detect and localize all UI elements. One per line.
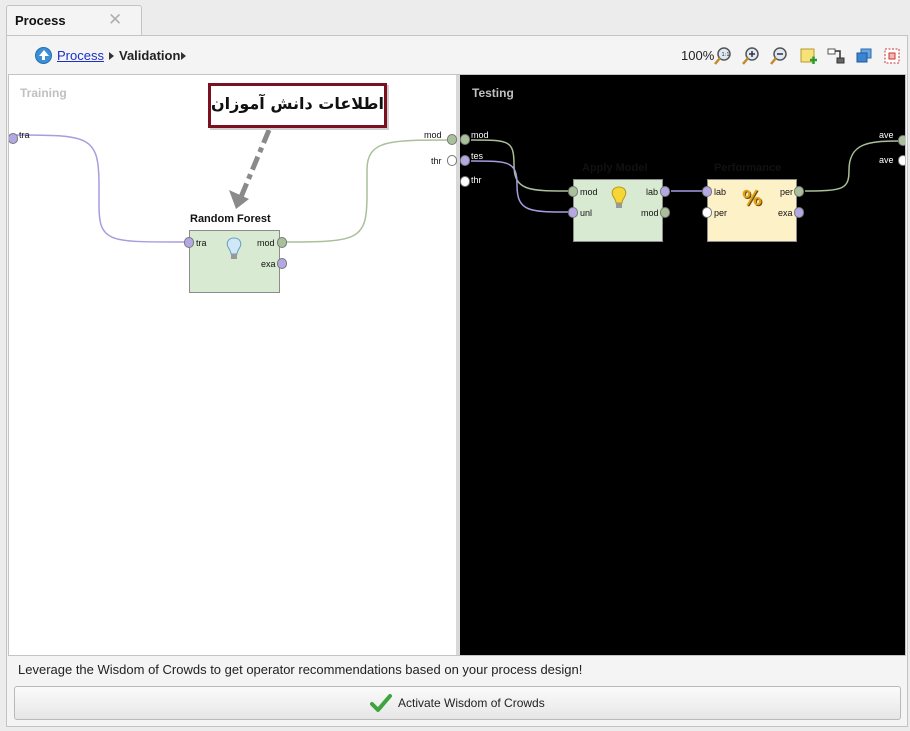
breadcrumb-validation: Validation xyxy=(119,48,181,63)
performance-input-port[interactable] xyxy=(702,186,712,197)
activate-wisdom-of-crowds-button[interactable]: Activate Wisdom of Crowds xyxy=(14,686,901,720)
random-forest-title: Random Forest xyxy=(190,213,271,225)
apply-model-title: Apply Model xyxy=(582,162,648,174)
apply-model-operator[interactable]: mod unl lab mod xyxy=(573,179,663,242)
training-input-port[interactable] xyxy=(9,133,18,144)
testing-port-label: ave xyxy=(879,130,894,140)
training-output-port[interactable] xyxy=(447,134,457,145)
performance-output-port[interactable] xyxy=(794,207,804,218)
operator-port-label: per xyxy=(714,208,728,218)
apply-model-output-port[interactable] xyxy=(660,186,670,197)
close-icon[interactable]: ✕ xyxy=(108,10,122,30)
chevron-right-icon[interactable] xyxy=(181,52,186,60)
performance-title: Performance xyxy=(714,162,782,174)
performance-output-port[interactable] xyxy=(794,186,804,197)
process-tab-title: Process xyxy=(15,13,66,28)
testing-output-port[interactable] xyxy=(898,155,905,166)
apply-model-input-port[interactable] xyxy=(568,186,578,197)
testing-port-label: tes xyxy=(471,151,484,161)
auto-wire-icon[interactable] xyxy=(826,46,846,66)
performance-operator[interactable]: lab per per exa % xyxy=(707,179,797,242)
testing-port-label: mod xyxy=(471,130,489,140)
performance-input-port[interactable] xyxy=(702,207,712,218)
process-toolbar: Process Validation 100% 1:1 xyxy=(8,42,906,72)
training-port-label: tra xyxy=(19,130,30,140)
annotation-note[interactable]: اطلاعات دانش آموزان xyxy=(208,83,387,128)
operator-port-label: unl xyxy=(580,208,593,218)
svg-text:1:1: 1:1 xyxy=(722,52,730,58)
activate-wisdom-of-crowds-label: Activate Wisdom of Crowds xyxy=(398,696,545,710)
operator-port-label: mod xyxy=(580,187,598,197)
testing-input-port[interactable] xyxy=(460,176,470,187)
zoom-reset-icon[interactable]: 1:1 xyxy=(713,46,733,66)
testing-input-port[interactable] xyxy=(460,134,470,145)
testing-port-label: ave xyxy=(879,155,894,165)
chevron-right-icon xyxy=(109,52,114,60)
training-port-label: mod xyxy=(424,130,442,140)
zoom-out-icon[interactable] xyxy=(769,46,789,66)
apply-model-input-port[interactable] xyxy=(568,207,578,218)
operator-port-label: per xyxy=(780,187,794,197)
percent-icon: % xyxy=(742,186,763,210)
random-forest-input-port[interactable] xyxy=(184,237,194,248)
operator-port-label: lab xyxy=(646,187,659,197)
random-forest-operator[interactable]: tra mod exa xyxy=(189,230,280,293)
testing-input-port[interactable] xyxy=(460,155,470,166)
training-port-label: thr xyxy=(431,156,442,166)
process-canvas[interactable]: Training Testing اطلاعات دانش آموزان tra… xyxy=(8,74,906,656)
operator-port-label: exa xyxy=(778,208,793,218)
zoom-level: 100% xyxy=(681,48,715,63)
fit-icon[interactable] xyxy=(882,46,902,66)
navigate-up-icon[interactable] xyxy=(35,47,52,64)
operator-port-label: tra xyxy=(196,238,207,248)
process-tab[interactable]: Process ✕ xyxy=(6,5,142,36)
lightbulb-icon xyxy=(611,186,627,208)
arrange-icon[interactable] xyxy=(854,46,874,66)
testing-port-label: thr xyxy=(471,175,482,185)
training-output-port[interactable] xyxy=(447,155,457,166)
operator-port-label: mod xyxy=(641,208,659,218)
operator-port-label: exa xyxy=(261,259,276,269)
annotation-text: اطلاعات دانش آموزان xyxy=(211,94,384,113)
operator-port-label: lab xyxy=(714,187,727,197)
random-forest-output-port[interactable] xyxy=(277,237,287,248)
operator-port-label: mod xyxy=(257,238,275,248)
checkmark-icon xyxy=(370,694,392,712)
zoom-in-icon[interactable] xyxy=(741,46,761,66)
lightbulb-icon xyxy=(226,237,242,259)
wisdom-of-crowds-hint: Leverage the Wisdom of Crowds to get ope… xyxy=(18,662,583,677)
random-forest-output-port[interactable] xyxy=(277,258,287,269)
add-note-icon[interactable] xyxy=(798,46,818,66)
breadcrumb-process[interactable]: Process xyxy=(57,48,104,63)
testing-output-port[interactable] xyxy=(898,135,905,146)
apply-model-output-port[interactable] xyxy=(660,207,670,218)
